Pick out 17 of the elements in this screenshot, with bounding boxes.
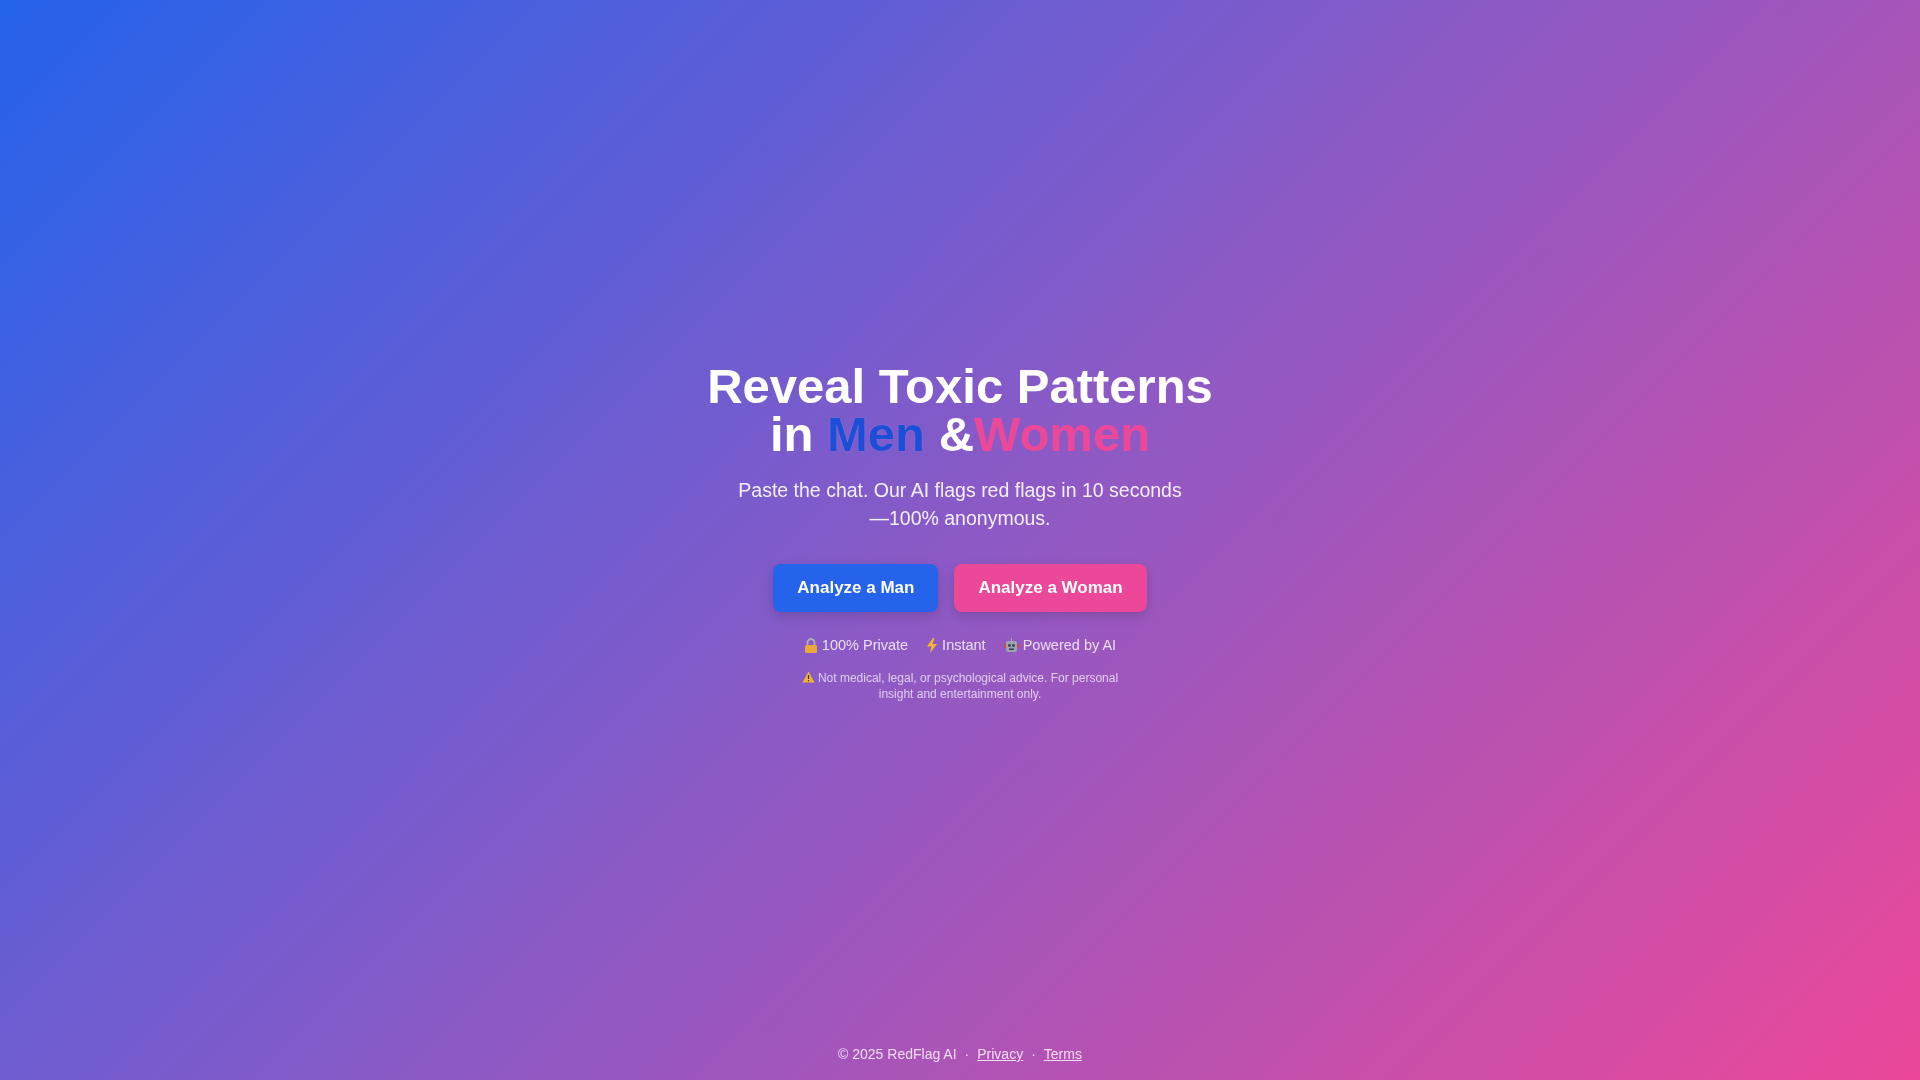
warning-icon xyxy=(801,671,815,683)
separator: · xyxy=(964,1046,970,1062)
footer-link[interactable]: Terms xyxy=(1043,1046,1082,1062)
disclaimer: Not medical, legal, or psychological advice. For personal insight and entertainment only. xyxy=(795,670,1125,702)
headline: Reveal Toxic Patterns in Men &Women xyxy=(707,362,1213,458)
separator: · xyxy=(1031,1046,1036,1062)
subtitle: Paste the chat. Our AI flags red flags in 10 seconds—100% anonymous. xyxy=(737,478,1183,531)
lock-icon xyxy=(803,637,818,653)
feature-label: Instant xyxy=(942,637,986,653)
analyze-button[interactable]: Analyze a Woman xyxy=(954,564,1147,612)
feature-label: 100% Private xyxy=(821,637,909,653)
footer-link[interactable]: Privacy xyxy=(977,1046,1024,1062)
robot-icon xyxy=(1003,637,1019,653)
copyright: © 2025 RedFlag AI xyxy=(838,1046,957,1062)
feature-label: Powered by AI xyxy=(1022,637,1117,653)
lightning-icon xyxy=(926,637,939,653)
analyze-button[interactable]: Analyze a Man xyxy=(773,564,939,612)
